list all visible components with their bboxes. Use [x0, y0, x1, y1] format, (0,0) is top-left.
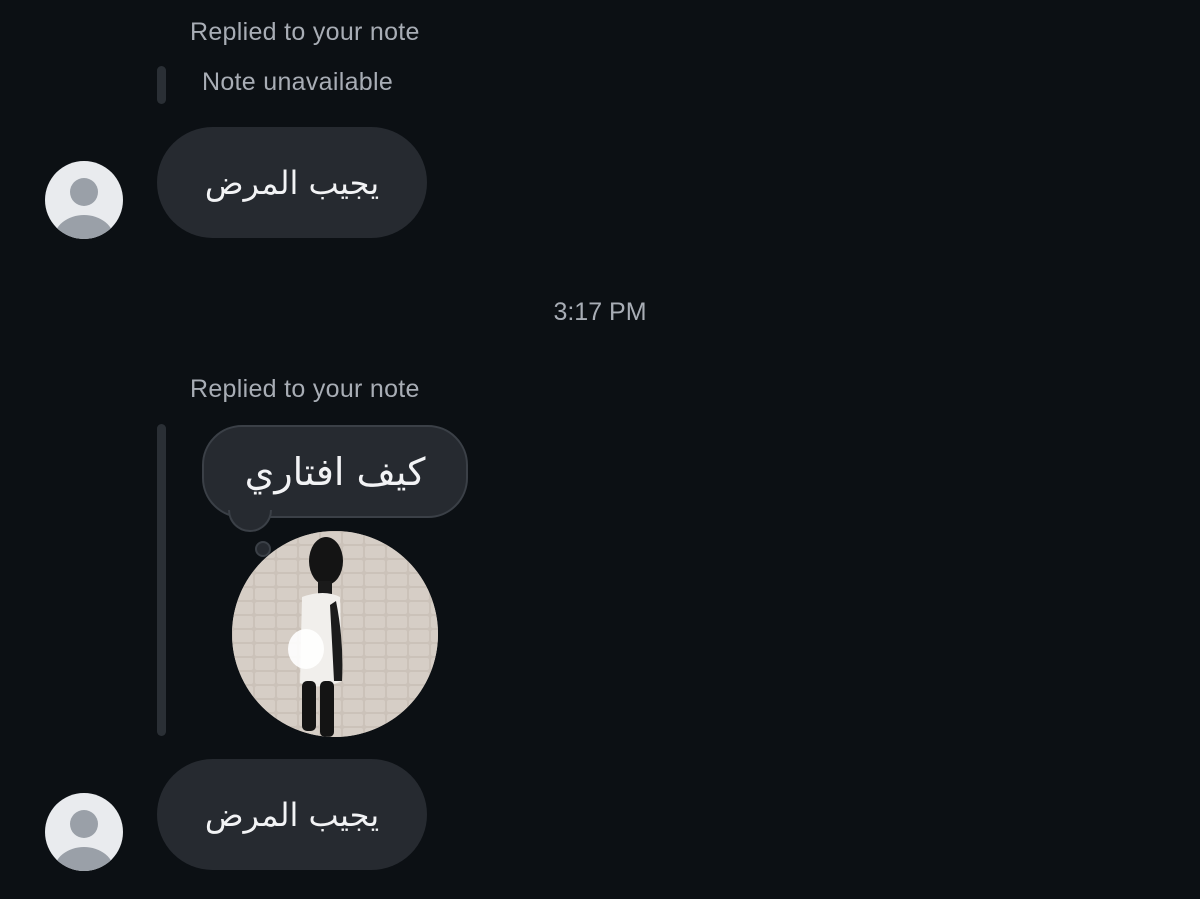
reply-quote-bar — [157, 66, 166, 104]
replied-to-note-label: Replied to your note — [190, 375, 420, 403]
thought-tail — [228, 510, 272, 532]
message-bubble[interactable]: يجيب المرض — [157, 127, 427, 238]
note-text-bubble[interactable]: كيف افتاري — [202, 425, 468, 518]
default-profile-icon — [54, 178, 114, 239]
message-timestamp: 3:17 PM — [553, 298, 647, 326]
replied-to-note-label: Replied to your note — [190, 18, 420, 46]
chat-thread: Replied to your note Note unavailable يج… — [0, 0, 1200, 899]
sender-avatar[interactable] — [45, 793, 123, 871]
reply-quote-bar — [157, 424, 166, 736]
default-profile-icon — [54, 810, 114, 871]
note-unavailable-text: Note unavailable — [202, 68, 394, 96]
sender-avatar[interactable] — [45, 161, 123, 239]
message-bubble[interactable]: يجيب المرض — [157, 759, 427, 870]
person-photo-icon — [232, 531, 438, 737]
note-profile-photo[interactable] — [232, 531, 438, 737]
